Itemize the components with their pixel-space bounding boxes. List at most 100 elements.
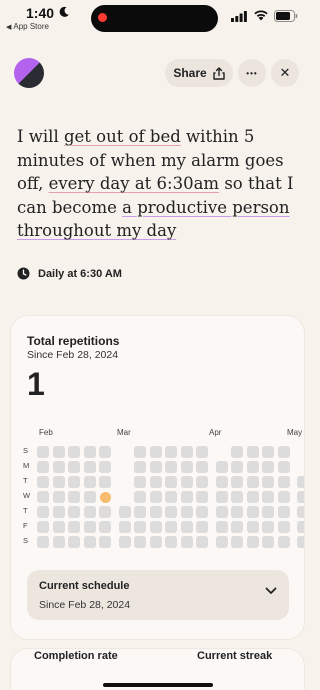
share-icon <box>212 66 225 80</box>
close-icon: ✕ <box>279 65 291 80</box>
status-bar: 1:40 ◀ App Store <box>0 0 315 36</box>
habit-avatar[interactable] <box>14 58 44 88</box>
heatmap-day-cell <box>83 536 96 548</box>
heatmap-day-cell <box>196 461 208 473</box>
heatmap-day-cell <box>134 536 146 548</box>
heatmap-day-cell <box>118 536 131 548</box>
heatmap-day-cell <box>99 446 111 458</box>
heatmap-day-cell <box>262 521 274 533</box>
intention-highlight: every day at 6:30am <box>48 174 220 194</box>
heatmap-day-cell <box>68 476 80 488</box>
card-since: Since Feb 28, 2024 <box>27 349 119 361</box>
chevron-down-icon <box>265 587 277 594</box>
heatmap-day-cell <box>262 491 274 503</box>
heatmap-day-cell <box>37 446 49 458</box>
heatmap-day-cell <box>99 506 111 518</box>
heatmap-day-cell <box>165 536 177 548</box>
heatmap-day-cell <box>180 521 193 533</box>
share-label: Share <box>173 66 207 80</box>
day-label: T <box>23 506 28 515</box>
heatmap-day-cell <box>215 521 228 533</box>
heatmap-day-cell <box>180 476 193 488</box>
heatmap-day-cell <box>246 491 259 503</box>
more-options-button[interactable]: ••• <box>238 59 266 87</box>
heatmap-day-cell <box>134 461 146 473</box>
total-repetitions-card: Total repetitions Since Feb 28, 2024 1 F… <box>10 315 305 640</box>
moon-icon <box>59 6 69 17</box>
heatmap-day-cell <box>99 536 111 548</box>
heatmap-day-cell <box>37 521 49 533</box>
month-label: Apr <box>209 428 222 437</box>
wifi-icon <box>254 10 268 21</box>
heatmap-day-cell <box>134 491 146 503</box>
heatmap-day-cell <box>149 446 162 458</box>
heatmap-day-cell <box>68 536 80 548</box>
heatmap-day-cell <box>165 476 177 488</box>
heatmap-day-cell <box>149 536 162 548</box>
day-label: T <box>23 476 28 485</box>
completed-day-marker <box>99 491 111 503</box>
heatmap-day-cell <box>149 476 162 488</box>
heatmap-day-cell <box>196 446 208 458</box>
heatmap-day-cell <box>118 521 131 533</box>
day-label: W <box>23 491 31 500</box>
heatmap-day-cell <box>68 491 80 503</box>
day-label: F <box>23 521 28 530</box>
day-label: M <box>23 461 30 470</box>
heatmap-day-cell <box>83 446 96 458</box>
heatmap-day-cell <box>83 506 96 518</box>
heatmap-day-cell <box>52 521 65 533</box>
heatmap-day-cell <box>277 461 290 473</box>
heatmap-day-cell <box>262 446 274 458</box>
heatmap-day-cell <box>99 521 111 533</box>
heatmap-day-cell <box>196 491 208 503</box>
habit-schedule: Daily at 6:30 AM <box>17 267 122 280</box>
heatmap-day-cell <box>246 536 259 548</box>
heatmap-day-cell <box>118 506 131 518</box>
heatmap-day-cell <box>149 506 162 518</box>
heatmap-day-cell <box>297 491 304 503</box>
recording-indicator-icon <box>98 13 107 22</box>
heatmap-day-cell <box>52 491 65 503</box>
heatmap-day-cell <box>277 446 290 458</box>
heatmap-day-cell <box>68 446 80 458</box>
status-time: 1:40 <box>26 5 55 21</box>
month-label: Mar <box>117 428 131 437</box>
intention-text: I will <box>17 127 64 146</box>
heatmap-day-cell <box>180 446 193 458</box>
schedule-label: Daily at 6:30 AM <box>38 267 122 280</box>
heatmap-day-cell <box>196 521 208 533</box>
heatmap-day-cell <box>165 521 177 533</box>
current-schedule-dropdown[interactable]: Current schedule Since Feb 28, 2024 <box>27 570 289 620</box>
more-icon: ••• <box>246 68 258 78</box>
heatmap-day-cell <box>165 491 177 503</box>
close-button[interactable]: ✕ <box>271 59 299 87</box>
heatmap-day-cell <box>83 461 96 473</box>
heatmap-day-cell <box>246 476 259 488</box>
heatmap-day-cell <box>68 506 80 518</box>
back-app-label: App Store <box>13 22 49 31</box>
heatmap-day-cell <box>149 521 162 533</box>
heatmap-day-cell <box>165 461 177 473</box>
battery-icon <box>274 10 298 22</box>
heatmap-day-cell <box>215 491 228 503</box>
share-button[interactable]: Share <box>165 59 233 87</box>
heatmap-day-cell <box>180 491 193 503</box>
heatmap-day-cell <box>277 536 290 548</box>
heatmap-day-cell <box>215 506 228 518</box>
back-triangle-icon: ◀ <box>6 24 12 31</box>
heatmap-day-cell <box>52 476 65 488</box>
heatmap-day-cell <box>297 476 304 488</box>
heatmap-day-cell <box>196 476 208 488</box>
app-screen: 1:40 ◀ App Store Share ••• ✕ I will get … <box>0 0 315 690</box>
intention-highlight: get out of bed <box>63 127 181 146</box>
heatmap-day-cell <box>297 521 304 533</box>
heatmap-day-cell <box>231 446 243 458</box>
heatmap-day-cell <box>297 536 304 548</box>
heatmap-day-cell <box>196 506 208 518</box>
heatmap-day-cell <box>231 461 243 473</box>
heatmap-day-cell <box>68 521 80 533</box>
back-to-app-store[interactable]: ◀ App Store <box>6 22 49 31</box>
dynamic-island <box>91 5 218 32</box>
heatmap-day-cell <box>180 536 193 548</box>
